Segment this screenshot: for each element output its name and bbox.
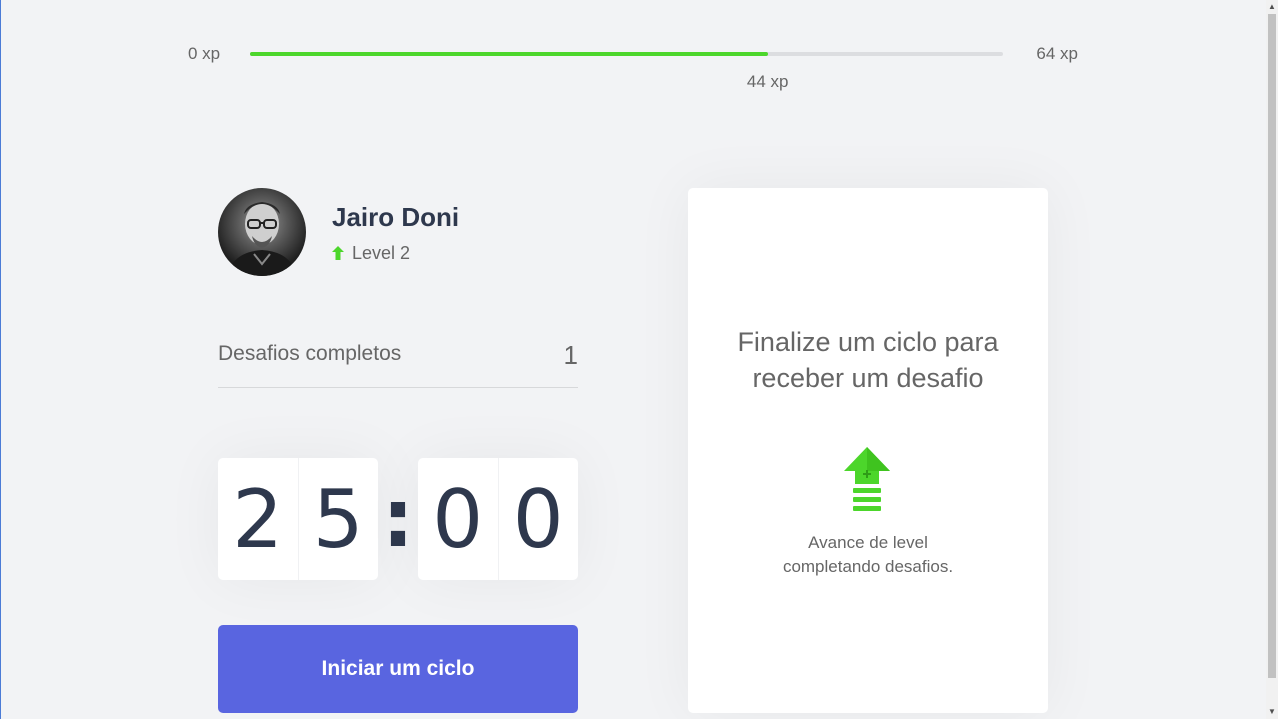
minutes-ones-digit: 5 — [297, 458, 379, 580]
seconds-tens-digit: 0 — [432, 472, 484, 566]
level-row: Level 2 — [332, 242, 410, 264]
xp-max-label: 64 xp — [1036, 44, 1078, 63]
avatar — [218, 188, 306, 276]
xp-current-label: 44 xp — [746, 72, 789, 91]
completed-challenges-label: Desafios completos — [218, 342, 402, 365]
level-up-arrow-icon — [332, 246, 344, 260]
profile: Jairo Doni Level 2 — [218, 188, 578, 276]
seconds-group: 0 0 — [418, 458, 578, 580]
start-cycle-button[interactable]: Iniciar um ciclo — [218, 625, 578, 713]
scrollbar-thumb[interactable] — [1268, 14, 1276, 678]
minutes-tens-digit: 2 — [232, 472, 284, 566]
xp-min-label: 0 xp — [188, 44, 221, 63]
experience-bar: 0 xp 44 xp 64 xp — [188, 44, 1078, 91]
seconds-ones-digit: 0 — [497, 458, 579, 580]
minutes-group: 2 5 — [218, 458, 378, 580]
completed-challenges-count: 1 — [563, 340, 578, 370]
profile-name: Jairo Doni — [332, 202, 460, 232]
xp-track: 44 xp — [250, 52, 1003, 91]
level-label: Level 2 — [352, 242, 411, 263]
xp-progress-fill — [250, 52, 768, 56]
countdown-separator: : — [382, 472, 414, 565]
challenge-box-title: Finalize um ciclo para receber um desafi… — [737, 327, 999, 393]
challenge-box-hint: Avance de level completando desafios. — [782, 533, 954, 576]
challenge-box: Finalize um ciclo para receber um desafi… — [688, 188, 1048, 713]
countdown: 2 5 : 0 0 — [218, 458, 578, 580]
completed-challenges: Desafios completos 1 — [218, 340, 578, 388]
window-edge — [0, 0, 1, 719]
vertical-scrollbar[interactable]: ▲ ▼ — [1266, 0, 1278, 719]
scroll-down-arrow-icon[interactable]: ▼ — [1266, 705, 1278, 719]
scroll-up-arrow-icon[interactable]: ▲ — [1266, 0, 1278, 14]
level-up-icon — [844, 447, 890, 511]
